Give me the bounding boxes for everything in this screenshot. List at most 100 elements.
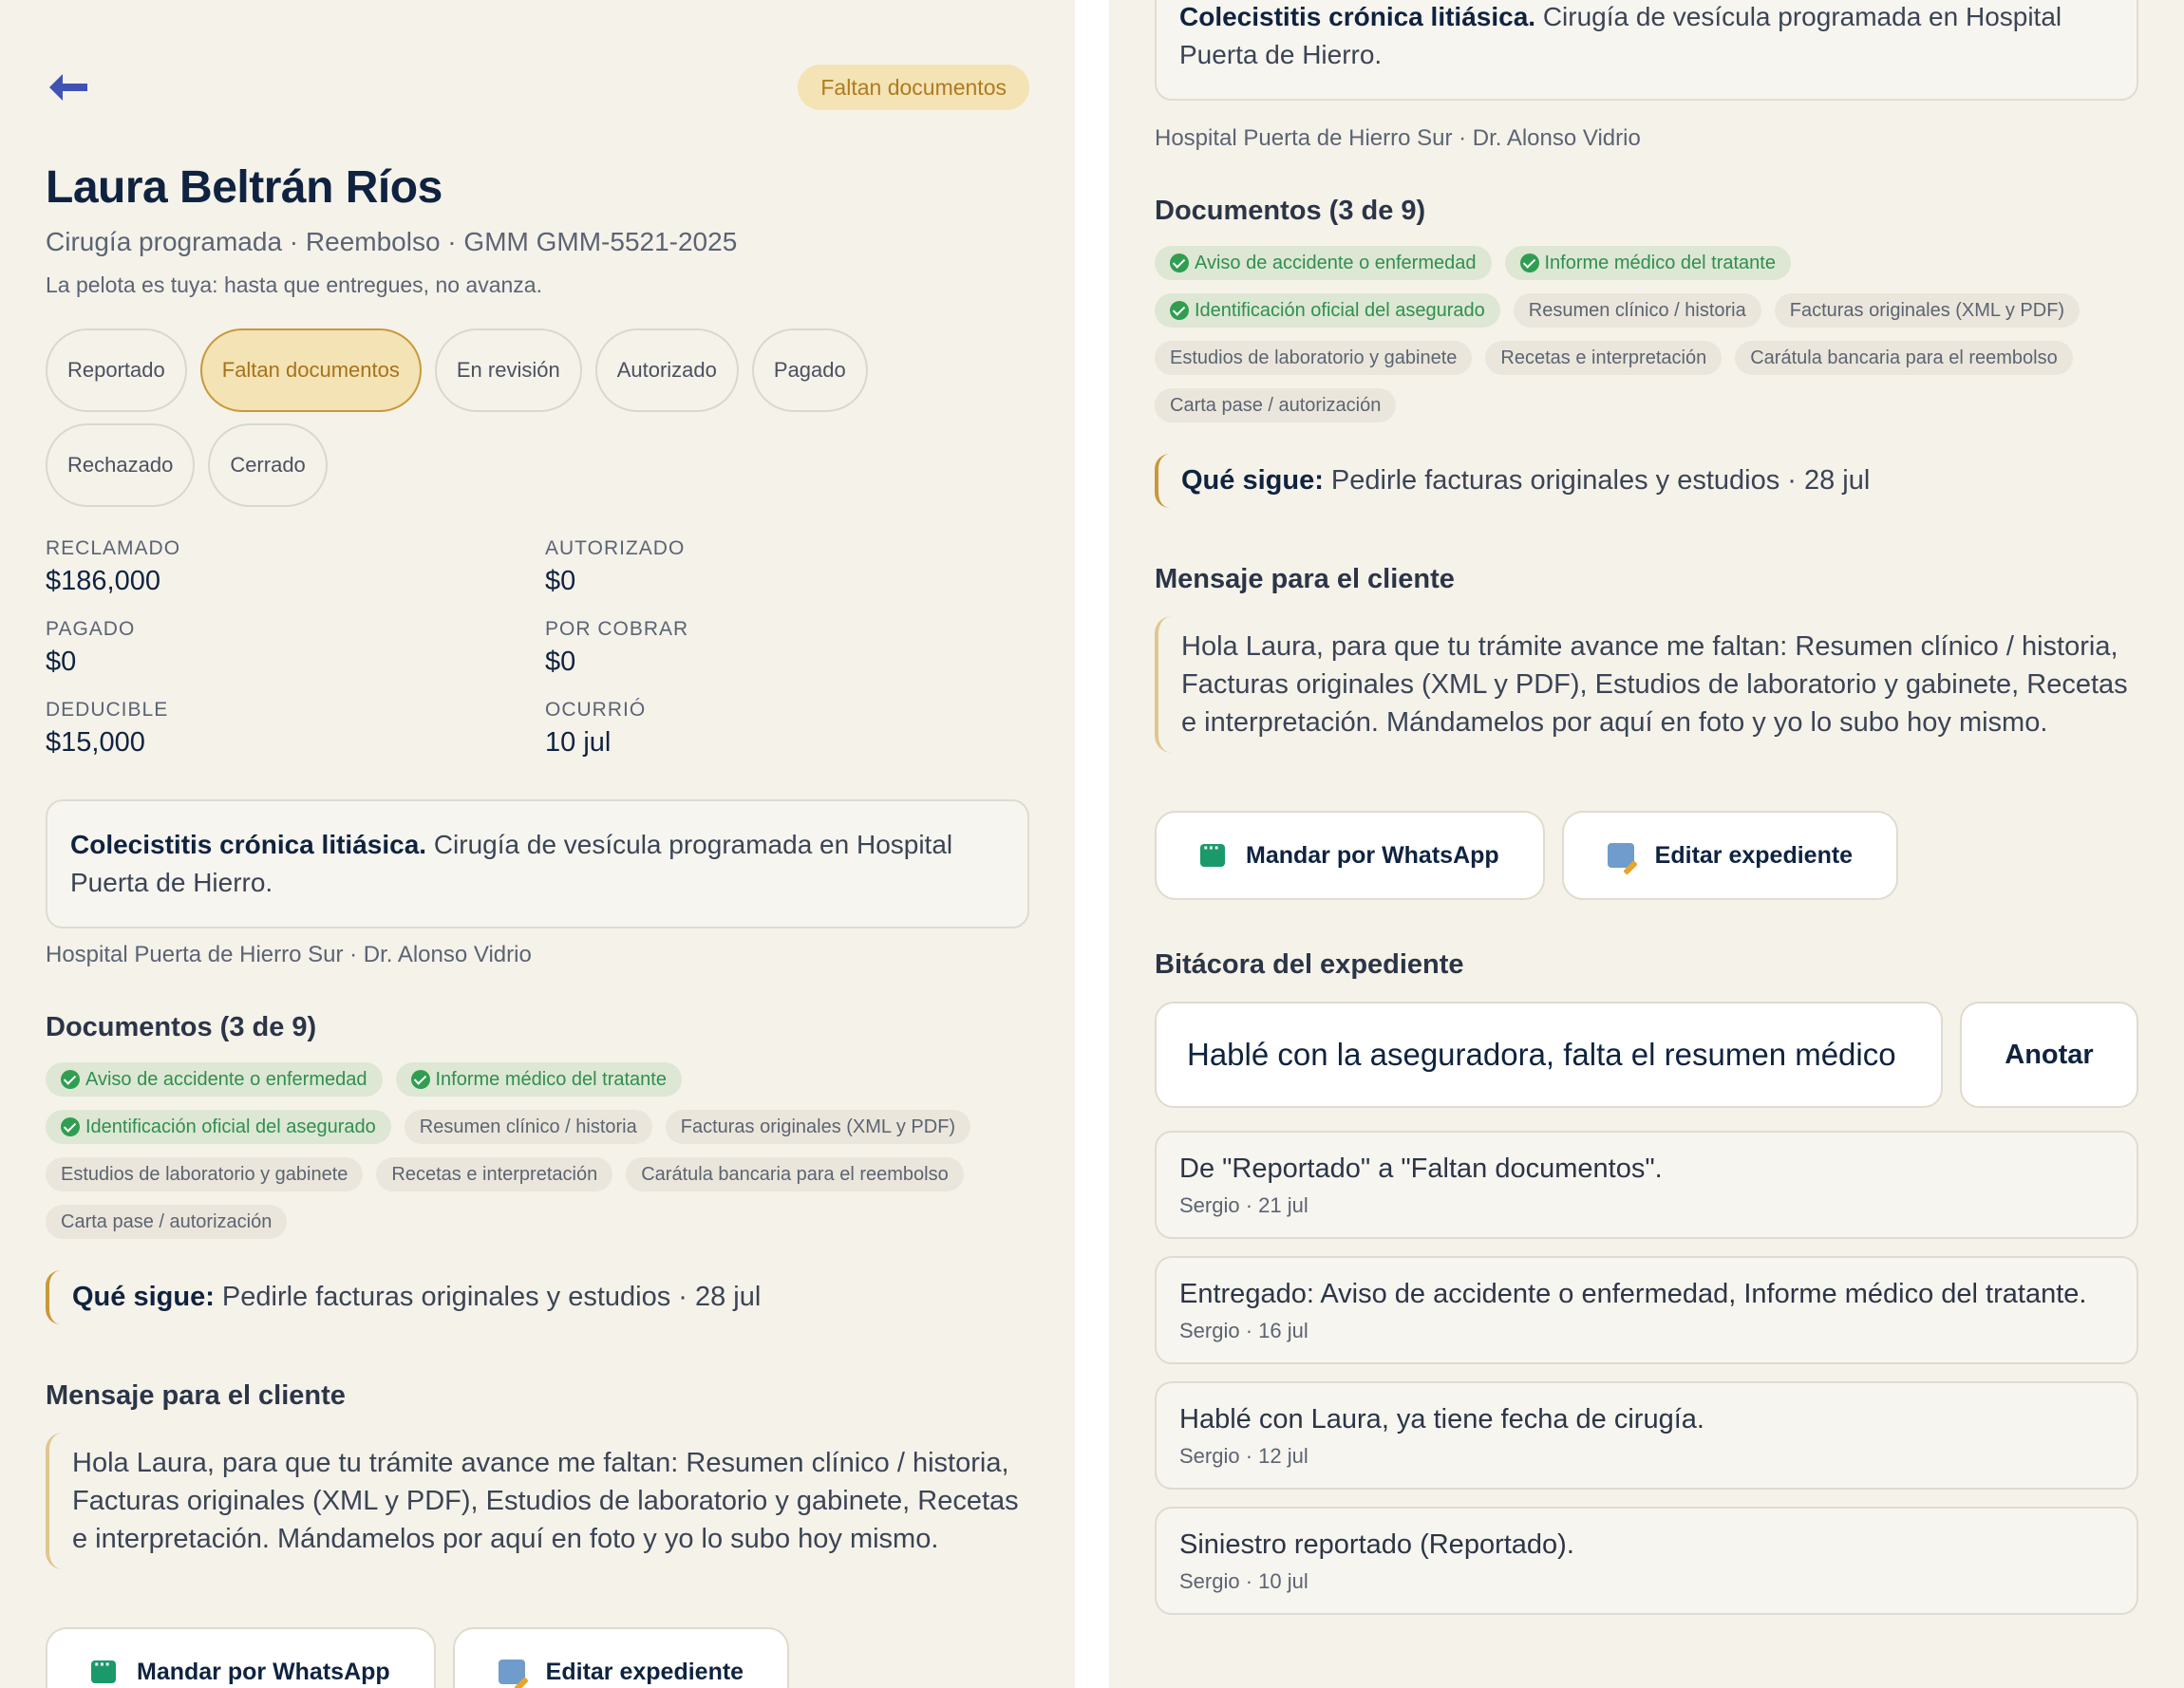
amount-label: Reclamado (46, 537, 181, 559)
state-pill-en-revision[interactable]: En revisión (434, 328, 582, 412)
next-step-text: Pedirle facturas originales y estudios ·… (1323, 465, 1871, 496)
amount-value: $186,000 (46, 566, 160, 596)
doc-chip: Carta pase / autorización (46, 1205, 288, 1239)
doc-chip: Informe médico del tratante (1504, 246, 1791, 280)
doc-label: Informe médico del tratante (435, 1069, 667, 1090)
next-step: Qué sigue: Pedirle facturas originales y… (1155, 454, 2138, 508)
doc-label: Carta pase / autorización (1170, 395, 1382, 416)
case-header: Faltan documentos (46, 65, 1029, 110)
status-badge: Faltan documentos (798, 65, 1029, 110)
doc-label: Recetas e interpretación (391, 1164, 598, 1185)
next-step-right: Qué sigue: Pedirle facturas originales y… (1155, 454, 2138, 508)
state-pill-faltan-documentos[interactable]: Faltan documentos (199, 328, 422, 412)
edit-case-button[interactable]: Editar expediente (1561, 811, 1899, 900)
back-arrow-icon[interactable] (46, 66, 91, 108)
amount-label: Ocurrió (545, 699, 647, 721)
next-step-label: Qué sigue: (72, 1282, 215, 1312)
log-section: Bitácora del expediente Anotar De "Repor… (1155, 949, 2138, 1615)
action-buttons: Mandar por WhatsApp Editar expediente (46, 1627, 1029, 1688)
screen-right: Colecistitis crónica litiásica. Cirugía … (1109, 0, 2184, 1688)
doc-chip: Carátula bancaria para el reembolso (626, 1157, 964, 1191)
doc-chip: Aviso de accidente o enfermedad (1155, 246, 1492, 280)
amount-por-cobrar: Por cobrar $0 (545, 618, 1029, 678)
doc-chip: Facturas originales (XML y PDF) (665, 1110, 971, 1144)
amount-label: Por cobrar (545, 618, 689, 640)
log-entry: Entregado: Aviso de accidente o enfermed… (1155, 1256, 2138, 1364)
check-icon (61, 1070, 80, 1089)
amount-label: Pagado (46, 618, 136, 640)
next-step: Qué sigue: Pedirle facturas originales y… (46, 1270, 1029, 1324)
actions-left: Mandar por WhatsApp Editar expediente (46, 1627, 1029, 1688)
doc-chip: Aviso de accidente o enfermedad (46, 1062, 383, 1097)
check-icon (1170, 301, 1189, 320)
client-message-text: Hola Laura, para que tu trámite avance m… (46, 1433, 1033, 1569)
log-title: Bitácora del expediente (1155, 949, 1464, 980)
amount-autorizado: Autorizado $0 (545, 537, 1029, 597)
state-pill-autorizado[interactable]: Autorizado (594, 328, 739, 412)
log-entry-text: Hablé con Laura, ya tiene fecha de cirug… (1179, 1404, 1704, 1435)
log-form: Anotar (1155, 1002, 2138, 1108)
doc-label: Carátula bancaria para el reembolso (641, 1164, 949, 1185)
log-input[interactable] (1155, 1002, 1943, 1108)
doc-label: Carátula bancaria para el reembolso (1750, 347, 2058, 368)
doc-chip: Identificación oficial del asegurado (46, 1110, 391, 1144)
check-icon (410, 1070, 430, 1089)
amount-ocurrio: Ocurrió 10 jul (545, 699, 1029, 759)
doc-label: Informe médico del tratante (1544, 253, 1776, 273)
log-entry: Siniestro reportado (Reportado). Sergio … (1155, 1507, 2138, 1615)
amounts-grid: Reclamado $186,000 Autorizado $0 Pagado … (46, 537, 1029, 759)
diagnosis-section-right: Colecistitis crónica litiásica. Cirugía … (1155, 0, 2138, 101)
whatsapp-chat-icon (1200, 838, 1225, 867)
edit-button-label: Editar expediente (1654, 841, 1854, 869)
doc-label: Estudios de laboratorio y gabinete (61, 1164, 348, 1185)
client-message-title: Mensaje para el cliente (1155, 564, 1455, 594)
state-pill-rechazado[interactable]: Rechazado (46, 423, 196, 507)
doc-chip: Resumen clínico / historia (1513, 293, 1761, 328)
diagnosis-section-left: Colecistitis crónica litiásica. Cirugía … (46, 799, 1029, 928)
doc-label: Identificación oficial del asegurado (1195, 300, 1485, 321)
screen-left: Faltan documentos Laura Beltrán Ríos Cir… (0, 0, 1075, 1688)
doc-label: Recetas e interpretación (1500, 347, 1707, 368)
doc-chip: Carátula bancaria para el reembolso (1735, 341, 2073, 375)
next-step-left: Qué sigue: Pedirle facturas originales y… (46, 1270, 1029, 1324)
doc-chip: Resumen clínico / historia (404, 1110, 652, 1144)
patient-note: La pelota es tuya: hasta que entregues, … (46, 272, 542, 297)
doc-label: Estudios de laboratorio y gabinete (1170, 347, 1458, 368)
patient-block: Laura Beltrán Ríos Cirugía programada · … (46, 161, 1029, 759)
actions-right: Mandar por WhatsApp Editar expediente (1155, 811, 2138, 900)
documents-list: Aviso de accidente o enfermedad Informe … (1155, 246, 2138, 422)
doc-label: Aviso de accidente o enfermedad (85, 1069, 367, 1090)
log-entry-text: Entregado: Aviso de accidente o enfermed… (1179, 1279, 2087, 1309)
whatsapp-chat-icon (91, 1655, 116, 1683)
next-step-label: Qué sigue: (1181, 465, 1324, 496)
doc-label: Facturas originales (XML y PDF) (680, 1116, 956, 1137)
state-pill-reportado[interactable]: Reportado (46, 328, 187, 412)
edit-document-icon (498, 1660, 525, 1684)
doc-chip: Informe médico del tratante (395, 1062, 682, 1097)
whatsapp-button[interactable]: Mandar por WhatsApp (1155, 811, 1545, 900)
hospital-line: Hospital Puerta de Hierro Sur · Dr. Alon… (1155, 125, 1641, 151)
whatsapp-button[interactable]: Mandar por WhatsApp (46, 1627, 436, 1688)
amount-value: $0 (46, 647, 77, 677)
documents-title: Documentos (3 de 9) (46, 1012, 317, 1042)
amount-value: 10 jul (545, 727, 612, 758)
documents-section-left: Documentos (3 de 9) Aviso de accidente o… (46, 1012, 1029, 1239)
log-entries: De "Reportado" a "Faltan documentos". Se… (1155, 1131, 2138, 1615)
edit-case-button[interactable]: Editar expediente (452, 1627, 790, 1688)
amount-value: $0 (545, 647, 576, 677)
doc-label: Carta pase / autorización (61, 1211, 273, 1232)
state-pill-pagado[interactable]: Pagado (751, 328, 868, 412)
log-entry: De "Reportado" a "Faltan documentos". Se… (1155, 1131, 2138, 1239)
doc-chip: Carta pase / autorización (1155, 388, 1397, 422)
action-buttons: Mandar por WhatsApp Editar expediente (1155, 811, 2138, 900)
doc-chip: Recetas e interpretación (1485, 341, 1723, 375)
hospital-line: Hospital Puerta de Hierro Sur · Dr. Alon… (46, 942, 532, 967)
doc-chip: Recetas e interpretación (376, 1157, 613, 1191)
doc-chip: Facturas originales (XML y PDF) (1774, 293, 2080, 328)
status-selector: Reportado Faltan documentos En revisión … (46, 328, 938, 507)
anotar-button[interactable]: Anotar (1960, 1002, 2138, 1108)
documents-title: Documentos (3 de 9) (1155, 196, 1426, 226)
state-pill-cerrado[interactable]: Cerrado (208, 423, 328, 507)
client-message-right: Mensaje para el cliente Hola Laura, para… (1155, 564, 2138, 753)
doc-label: Facturas originales (XML y PDF) (1789, 300, 2065, 321)
